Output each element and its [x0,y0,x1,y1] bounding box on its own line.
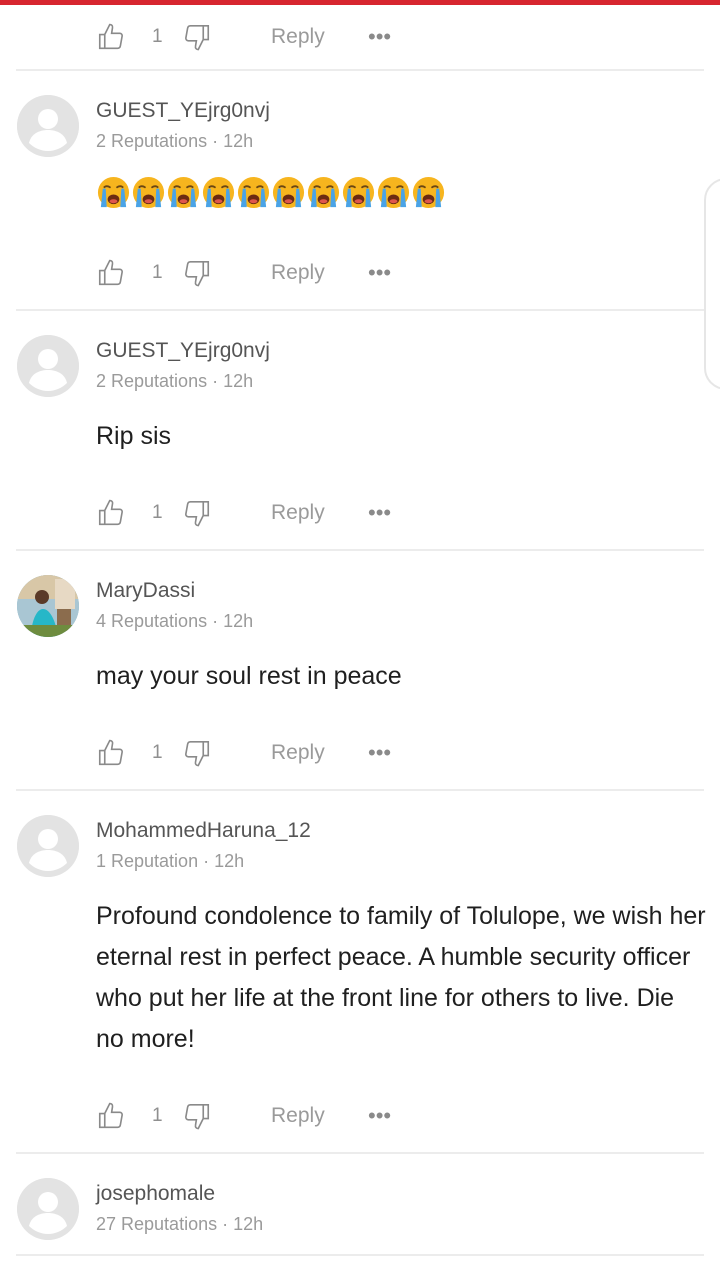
like-count: 1 [152,502,163,523]
avatar[interactable] [17,575,79,637]
default-avatar-icon [17,95,79,157]
loudly-crying-face-icon [412,176,445,209]
comment-body: Profound condolence to family of Tolulop… [96,902,706,1053]
comment-body-emoji [96,175,446,210]
like-button[interactable] [96,1101,126,1131]
default-avatar-icon [17,815,79,877]
like-count: 1 [152,26,163,47]
thumbs-up-icon [98,259,123,286]
thumbs-up-icon [98,1102,123,1129]
thumbs-down-icon [185,24,210,51]
comment-meta: 1 Reputation · 12h [96,851,245,871]
comment-item: josephomale 27 Reputations · 12h [0,1154,720,1254]
comment-actions: 1 Reply ••• [96,1082,696,1150]
more-options-button[interactable]: ••• [368,260,391,286]
more-options-button[interactable]: ••• [368,1103,391,1129]
comment-body: Rip sis [96,422,172,450]
comment-username[interactable]: GUEST_YEjrg0nvj [96,99,270,123]
loudly-crying-face-icon [342,176,375,209]
like-count: 1 [152,742,163,763]
default-avatar-icon [17,335,79,397]
dislike-button[interactable] [182,258,212,288]
like-button[interactable] [96,22,126,52]
comment-item: GUEST_YEjrg0nvj 2 Reputations · 12h 1 Re… [0,71,720,309]
comment-actions: 1 Reply ••• [96,719,696,787]
loudly-crying-face-icon [377,176,410,209]
thumbs-down-icon [185,740,210,767]
comment-username[interactable]: MaryDassi [96,579,195,603]
loudly-crying-face-icon [167,176,200,209]
loudly-crying-face-icon [272,176,305,209]
reply-button[interactable]: Reply [271,25,325,49]
dislike-button[interactable] [182,22,212,52]
like-count: 1 [152,262,163,283]
comment-item: GUEST_YEjrg0nvj 2 Reputations · 12h Rip … [0,311,720,549]
comment-actions: 1 Reply ••• [96,5,696,69]
more-options-button[interactable]: ••• [368,500,391,526]
dislike-button[interactable] [182,1101,212,1131]
loudly-crying-face-icon [202,176,235,209]
avatar[interactable] [17,1178,79,1240]
reply-button[interactable]: Reply [271,1104,325,1128]
thumbs-up-icon [98,739,123,766]
comment-item: MohammedHaruna_12 1 Reputation · 12h Pro… [0,791,720,1152]
thumbs-down-icon [185,1103,210,1130]
reply-button[interactable]: Reply [271,741,325,765]
comment-username[interactable]: GUEST_YEjrg0nvj [96,339,270,363]
user-photo-avatar [17,575,79,637]
comment-body: may your soul rest in peace [96,662,402,690]
more-options-button[interactable]: ••• [368,24,391,50]
avatar[interactable] [17,95,79,157]
loudly-crying-face-icon [97,176,130,209]
loudly-crying-face-icon [237,176,270,209]
comment-meta: 2 Reputations · 12h [96,131,254,151]
reply-button[interactable]: Reply [271,261,325,285]
comment-meta: 27 Reputations · 12h [96,1214,264,1234]
like-button[interactable] [96,498,126,528]
loudly-crying-face-icon [132,176,165,209]
comment-actions: 1 Reply ••• [96,479,696,547]
comment-item: MaryDassi 4 Reputations · 12h may your s… [0,551,720,789]
dislike-button[interactable] [182,738,212,768]
thumbs-up-icon [98,499,123,526]
comment-username[interactable]: MohammedHaruna_12 [96,819,311,843]
thumbs-down-icon [185,260,210,287]
avatar[interactable] [17,335,79,397]
more-options-button[interactable]: ••• [368,740,391,766]
thumbs-down-icon [185,500,210,527]
comment-feed: 1 Reply ••• GUEST_YEjrg0nvj 2 Reputation… [0,5,720,1256]
comment-meta: 2 Reputations · 12h [96,371,254,391]
comment-actions: 1 Reply ••• [96,239,696,307]
like-button[interactable] [96,258,126,288]
avatar[interactable] [17,815,79,877]
divider [16,1254,704,1256]
default-avatar-icon [17,1178,79,1240]
like-count: 1 [152,1105,163,1126]
reply-button[interactable]: Reply [271,501,325,525]
comment-username[interactable]: josephomale [96,1182,215,1206]
like-button[interactable] [96,738,126,768]
dislike-button[interactable] [182,498,212,528]
thumbs-up-icon [98,23,123,50]
comment-meta: 4 Reputations · 12h [96,611,254,631]
loudly-crying-face-icon [307,176,340,209]
